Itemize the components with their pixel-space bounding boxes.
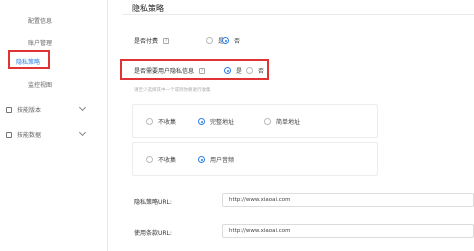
title-divider bbox=[122, 14, 474, 15]
paid-no-option[interactable]: 否 bbox=[222, 36, 240, 45]
chevron-down-icon bbox=[78, 103, 87, 112]
sidebar-item-monitor[interactable]: 监控视图 bbox=[28, 80, 52, 89]
sidebar-item-config[interactable]: 配置信息 bbox=[28, 16, 52, 25]
user-privacy-no-label: 否 bbox=[258, 68, 265, 75]
audio-none-option[interactable]: 不收集 bbox=[146, 155, 176, 164]
privacy-url-label: 隐私策略URL: bbox=[134, 199, 172, 206]
chevron-down-icon bbox=[78, 128, 87, 137]
sidebar-group-label: 技能版本 bbox=[17, 107, 42, 114]
location-full-option[interactable]: 完整地址 bbox=[198, 117, 234, 126]
location-simple-option[interactable]: 简单地址 bbox=[264, 117, 300, 126]
user-privacy-yes-label: 是 bbox=[236, 68, 243, 75]
user-privacy-label: 是否需要用户隐私信息 bbox=[134, 68, 195, 75]
user-privacy-yes-option[interactable]: 是 bbox=[224, 66, 242, 75]
terms-url-label: 使用条款URL: bbox=[134, 230, 172, 237]
terms-url-input[interactable]: http://www.xiaoai.com bbox=[222, 224, 474, 238]
file-icon bbox=[6, 106, 12, 113]
user-privacy-field: 是否需要用户隐私信息 ? bbox=[134, 66, 206, 75]
audio-none-label: 不收集 bbox=[158, 157, 177, 164]
radio-checked-icon bbox=[198, 118, 205, 125]
audio-user-option[interactable]: 用户音频 bbox=[198, 155, 234, 164]
hint-text: 请至少选择其中一个或到你要进行收集 bbox=[134, 88, 211, 93]
paid-no-label: 否 bbox=[234, 38, 241, 45]
radio-icon bbox=[264, 118, 271, 125]
chart-icon bbox=[6, 131, 12, 138]
audio-user-label: 用户音频 bbox=[210, 157, 235, 164]
sidebar-group-versions[interactable]: 技能版本 bbox=[6, 103, 87, 114]
location-simple-label: 简单地址 bbox=[276, 119, 301, 126]
radio-checked-icon bbox=[224, 67, 231, 74]
radio-icon bbox=[146, 118, 153, 125]
sidebar: 配置信息 账户管理 隐私策略 监控视图 技能版本 技能数据 bbox=[0, 0, 108, 251]
location-none-option[interactable]: 不收集 bbox=[146, 117, 176, 126]
user-privacy-no-option[interactable]: 否 bbox=[246, 66, 264, 75]
sidebar-group-label: 技能数据 bbox=[17, 132, 42, 139]
privacy-url-input[interactable]: http://www.xiaoai.com bbox=[222, 193, 474, 207]
location-full-label: 完整地址 bbox=[210, 119, 235, 126]
radio-icon bbox=[246, 67, 253, 74]
help-icon[interactable]: ? bbox=[199, 67, 206, 74]
radio-icon bbox=[206, 37, 213, 44]
location-none-label: 不收集 bbox=[158, 119, 177, 126]
sidebar-item-account[interactable]: 账户管理 bbox=[28, 38, 52, 47]
radio-checked-icon bbox=[198, 156, 205, 163]
radio-checked-icon bbox=[222, 37, 229, 44]
paid-field: 是否付费 ? bbox=[134, 36, 170, 45]
help-icon[interactable]: ? bbox=[163, 37, 170, 44]
radio-icon bbox=[146, 156, 153, 163]
active-item-highlight bbox=[8, 50, 50, 69]
page-title: 隐私策略 bbox=[132, 4, 164, 13]
sidebar-group-data[interactable]: 技能数据 bbox=[6, 128, 87, 139]
paid-label: 是否付费 bbox=[134, 38, 159, 45]
